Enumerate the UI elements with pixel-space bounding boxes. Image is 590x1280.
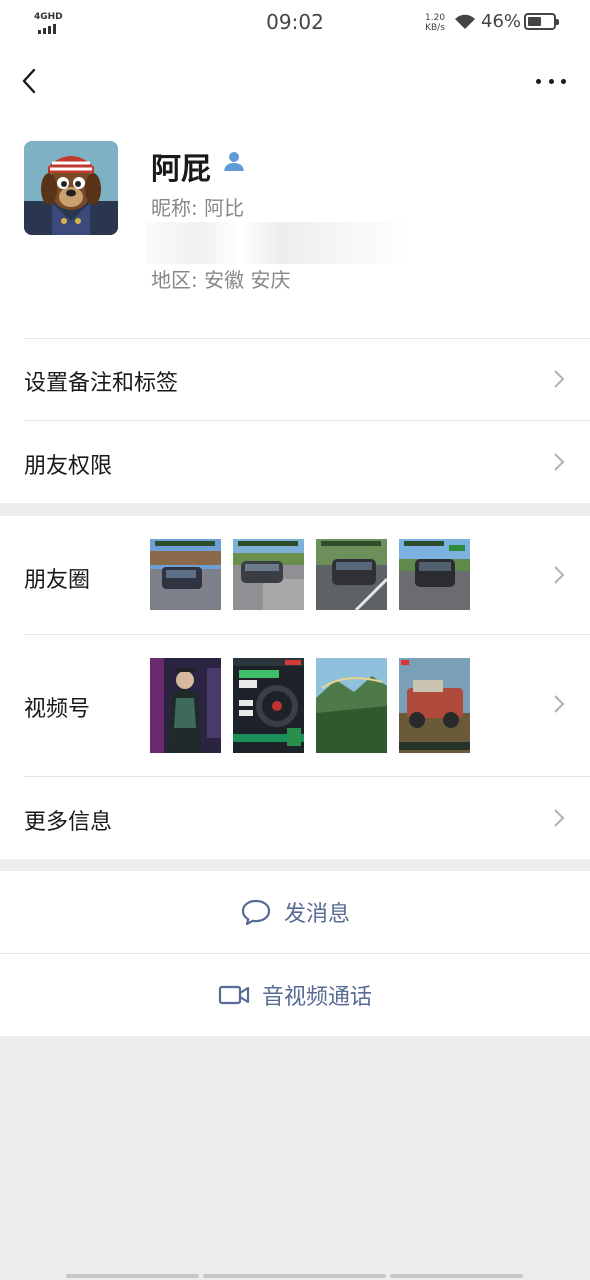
redacted-area (147, 222, 412, 264)
channels-thumbnails (150, 658, 470, 753)
moments-thumbnails (150, 539, 470, 610)
friend-permissions-row[interactable]: 朋友权限 (0, 421, 590, 503)
battery-level (528, 17, 541, 26)
remark-tags-label: 设置备注和标签 (24, 371, 179, 396)
channels-thumbnail (150, 658, 221, 753)
av-call-button[interactable]: 音视频通话 (0, 954, 590, 1036)
speed-value: 1.20 (425, 13, 446, 23)
av-call-label: 音视频通话 (261, 985, 372, 1010)
home-indicator (390, 1274, 523, 1278)
chevron-right-icon (554, 695, 565, 713)
moments-thumbnail (399, 539, 470, 610)
battery-percent: 46% (481, 11, 522, 32)
person-icon (224, 152, 244, 171)
more-info-row[interactable]: 更多信息 (0, 777, 590, 859)
home-indicator (66, 1274, 199, 1278)
chat-bubble-icon (241, 899, 271, 926)
wifi-icon (455, 14, 475, 29)
speed-unit: KB/s (425, 23, 445, 33)
settings-section: 设置备注和标签 朋友权限 (0, 338, 590, 503)
home-indicator (203, 1274, 386, 1278)
channels-thumbnail (399, 658, 470, 753)
remark-tags-row[interactable]: 设置备注和标签 (0, 338, 590, 420)
moments-row[interactable]: 朋友圈 (0, 516, 590, 634)
more-info-label: 更多信息 (24, 810, 113, 835)
friend-permissions-label: 朋友权限 (24, 454, 113, 479)
channels-label: 视频号 (24, 697, 91, 722)
send-message-label: 发消息 (283, 902, 350, 927)
chevron-right-icon (554, 809, 565, 827)
avatar[interactable] (24, 141, 118, 235)
info-section: 朋友圈 视频号 更多信息 (0, 516, 590, 859)
chevron-left-icon[interactable] (16, 66, 46, 96)
moments-label: 朋友圈 (24, 568, 91, 593)
send-message-button[interactable]: 发消息 (0, 871, 590, 953)
chevron-right-icon (554, 566, 565, 584)
chevron-right-icon (554, 453, 565, 471)
moments-thumbnail (233, 539, 304, 610)
status-bar: 4GHD 09:02 1.20 KB/s 46% (0, 0, 590, 46)
video-camera-icon (218, 985, 250, 1005)
profile-header: 阿屁 昵称: 阿比 地区: 安徽 安庆 (0, 116, 590, 338)
moments-thumbnail (150, 539, 221, 610)
more-dots-icon[interactable] (536, 76, 566, 86)
battery-icon (524, 13, 559, 30)
channels-row[interactable]: 视频号 (0, 635, 590, 776)
chevron-right-icon (554, 370, 565, 388)
nickname: 昵称: 阿比 (151, 196, 245, 220)
moments-thumbnail (316, 539, 387, 610)
region: 地区: 安徽 安庆 (151, 268, 291, 292)
channels-thumbnail (316, 658, 387, 753)
navigation-bar (0, 46, 590, 116)
channels-thumbnail (233, 658, 304, 753)
contact-name: 阿屁 (151, 152, 211, 187)
network-speed: 1.20 KB/s (425, 13, 445, 33)
